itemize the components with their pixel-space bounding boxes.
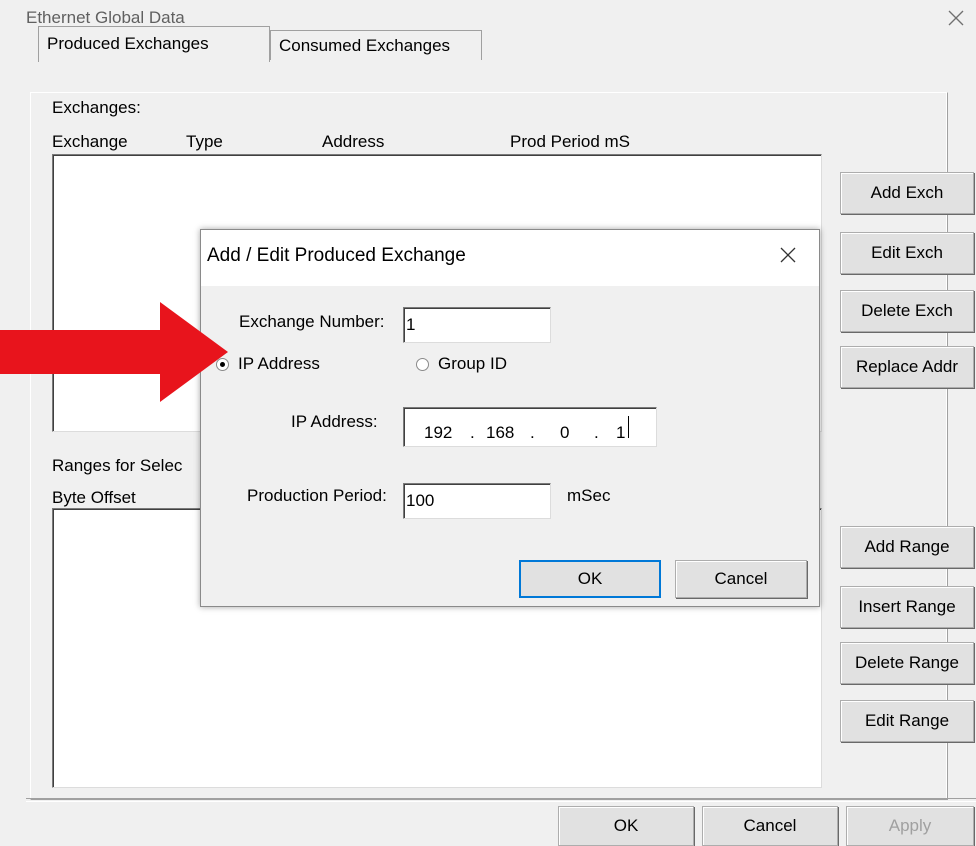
add-range-button[interactable]: Add Range	[840, 526, 974, 568]
ip-dot-separator: .	[594, 423, 599, 442]
ip-octet-1[interactable]: 192	[424, 416, 452, 450]
exchange-number-field[interactable]: 1	[403, 307, 551, 343]
ip-address-label: IP Address:	[291, 412, 378, 431]
close-icon[interactable]	[773, 240, 803, 270]
add-exch-button[interactable]: Add Exch	[840, 172, 974, 214]
close-icon[interactable]	[942, 4, 970, 32]
ip-address-field[interactable]: 192 . 168 . 0 . 1	[403, 407, 657, 447]
red-arrow-icon	[0, 302, 228, 402]
bottom-separator	[26, 798, 976, 802]
radio-unselected-icon[interactable]	[416, 358, 429, 371]
insert-range-button[interactable]: Insert Range	[840, 586, 974, 628]
tab-consumed-exchanges[interactable]: Consumed Exchanges	[270, 30, 482, 60]
dialog-cancel-button[interactable]: Cancel	[675, 560, 807, 598]
ip-dot-separator: .	[530, 423, 535, 442]
delete-exch-button[interactable]: Delete Exch	[840, 290, 974, 332]
column-address[interactable]: Address	[322, 132, 384, 152]
apply-button[interactable]: Apply	[846, 806, 974, 846]
edit-exch-button[interactable]: Edit Exch	[840, 232, 974, 274]
delete-range-button[interactable]: Delete Range	[840, 642, 974, 684]
exchange-number-label: Exchange Number:	[239, 312, 385, 331]
add-edit-exchange-dialog: Add / Edit Produced Exchange Exchange Nu…	[200, 229, 820, 607]
ok-button[interactable]: OK	[558, 806, 694, 846]
ip-octet-3[interactable]: 0	[560, 416, 569, 450]
ip-octet-4[interactable]: 1	[616, 416, 625, 450]
production-period-unit: mSec	[567, 486, 611, 505]
tab-produced-exchanges[interactable]: Produced Exchanges	[38, 26, 270, 62]
column-prod-period[interactable]: Prod Period mS	[510, 132, 630, 152]
column-type[interactable]: Type	[186, 132, 223, 152]
ranges-label: Ranges for Selec	[52, 456, 183, 475]
edit-range-button[interactable]: Edit Range	[840, 700, 974, 742]
column-exchange[interactable]: Exchange	[52, 132, 128, 152]
replace-addr-button[interactable]: Replace Addr	[840, 346, 974, 388]
exchanges-label: Exchanges:	[52, 98, 141, 117]
production-period-field[interactable]: 100	[403, 483, 551, 519]
column-byte-offset[interactable]: Byte Offset	[52, 488, 136, 508]
text-cursor	[628, 416, 629, 438]
group-id-radio-label[interactable]: Group ID	[438, 354, 507, 374]
cancel-button[interactable]: Cancel	[702, 806, 838, 846]
production-period-label: Production Period:	[247, 486, 387, 505]
ip-octet-2[interactable]: 168	[486, 416, 514, 450]
dialog-title: Add / Edit Produced Exchange	[207, 245, 466, 266]
dialog-ok-button[interactable]: OK	[519, 560, 661, 598]
ip-dot-separator: .	[470, 423, 475, 442]
window-title: Ethernet Global Data	[26, 8, 185, 27]
ip-address-radio-label[interactable]: IP Address	[238, 354, 320, 374]
